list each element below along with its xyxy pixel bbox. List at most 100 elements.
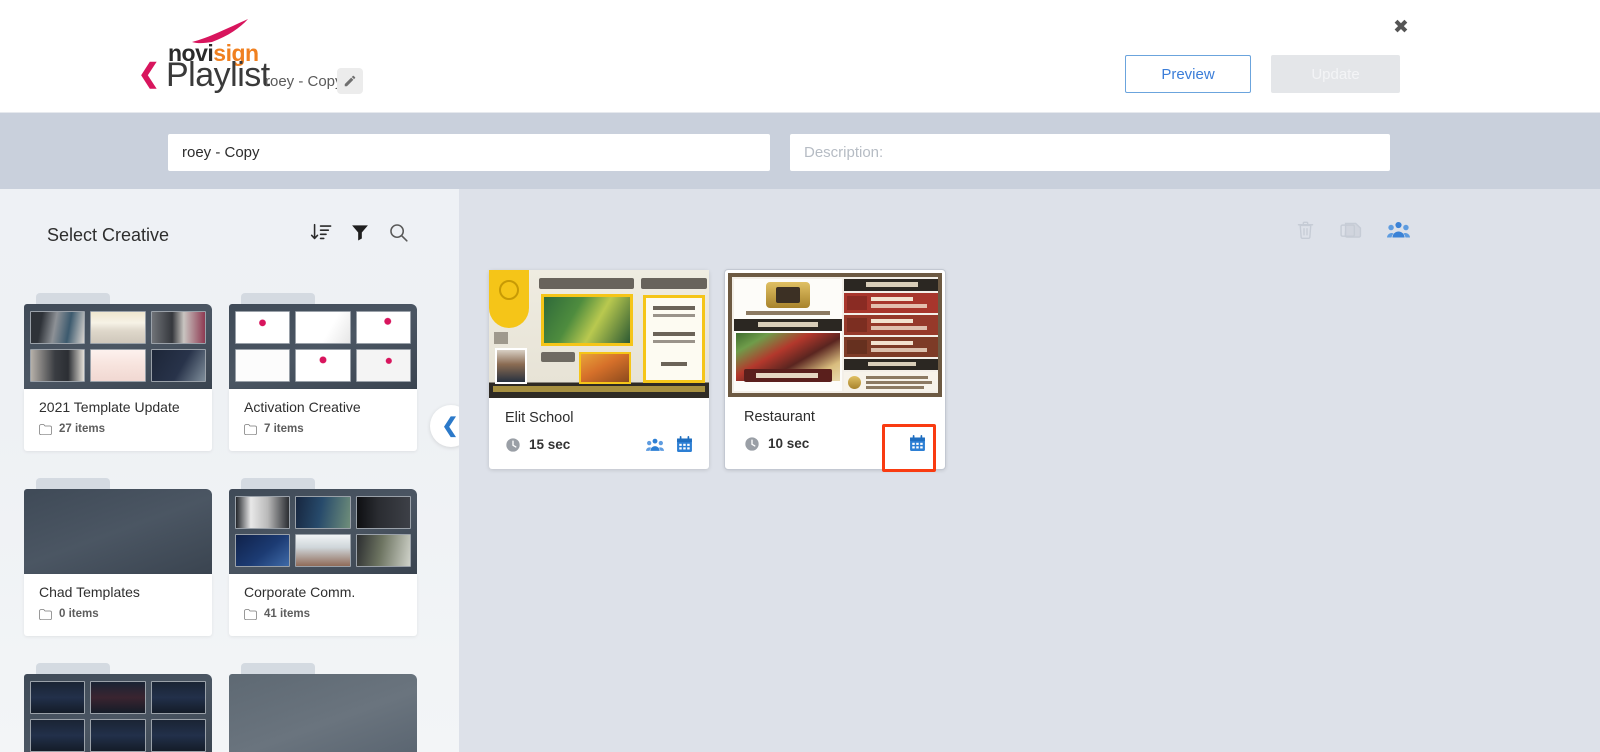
- folder-thumbnail: [355, 349, 411, 382]
- folder-count-text: 0 items: [59, 608, 99, 620]
- select-creative-panel: Select Creative ❮ 2021 Template Update 2…: [0, 189, 459, 752]
- playlist-editor-window: ❮ novisign Playlist roey - Copy Preview …: [0, 0, 1600, 752]
- folder-meta: Corporate Comm. 41 items: [229, 574, 417, 636]
- calendar-icon[interactable]: [909, 435, 926, 452]
- folder-icon: [39, 423, 52, 435]
- folder-thumbnail: [90, 349, 146, 382]
- app-header: ❮ novisign Playlist roey - Copy Preview …: [0, 0, 1600, 113]
- preview-button[interactable]: Preview: [1125, 55, 1251, 93]
- folder-thumbnail: [235, 534, 291, 567]
- duplicate-icon[interactable]: [1340, 219, 1363, 241]
- folder-thumbnail: [295, 496, 351, 529]
- folder-tab: [36, 478, 110, 489]
- pencil-icon: [344, 75, 356, 87]
- creative-name: Restaurant: [744, 409, 815, 425]
- folder-icon: [39, 608, 52, 620]
- folder-thumbnail: [355, 311, 411, 344]
- filter-icon[interactable]: [350, 222, 370, 242]
- folder-count-text: 7 items: [264, 423, 304, 435]
- playlist-name-input[interactable]: [168, 134, 770, 171]
- folder-card[interactable]: Chad Templates 0 items: [24, 478, 212, 636]
- folder-name: 2021 Template Update: [39, 399, 180, 415]
- creative-thumbnail: [489, 270, 709, 398]
- playlist-description-input[interactable]: [790, 134, 1390, 171]
- folder-count-text: 27 items: [59, 423, 106, 435]
- sort-icon[interactable]: [310, 221, 332, 243]
- edit-name-button[interactable]: [337, 68, 363, 94]
- creative-meta: Elit School 15 sec: [489, 398, 709, 467]
- folder-count: 41 items: [244, 608, 402, 620]
- creative-duration: 10 sec: [744, 436, 809, 452]
- folder-count: 27 items: [39, 423, 197, 435]
- creative-footer: 10 sec: [744, 435, 926, 452]
- folder-tab: [241, 293, 315, 304]
- clock-icon: [506, 437, 520, 452]
- folder-thumbnail: [235, 349, 291, 382]
- update-button[interactable]: Update: [1271, 55, 1400, 93]
- folder-card[interactable]: [229, 663, 417, 752]
- clock-icon: [745, 436, 759, 451]
- folder-tab: [36, 663, 110, 674]
- creative-list: Elit School 15 sec Restaurant 10 sec: [489, 270, 945, 472]
- folder-thumbnail: [235, 311, 291, 344]
- folder-thumbnail: [30, 681, 86, 714]
- playlist-content-area: Elit School 15 sec Restaurant 10 sec: [459, 189, 1600, 752]
- folder-row: 2021 Template Update 27 items Activation…: [24, 293, 444, 451]
- creative-duration: 15 sec: [505, 437, 570, 453]
- folder-thumbnails: [229, 489, 417, 574]
- creative-footer: 15 sec: [505, 436, 693, 453]
- folder-name: Activation Creative: [244, 399, 361, 415]
- folder-thumbnail: [90, 681, 146, 714]
- folder-meta: 2021 Template Update 27 items: [24, 389, 212, 451]
- folder-tab: [241, 478, 315, 489]
- folder-meta: Chad Templates 0 items: [24, 574, 212, 636]
- page-title: Playlist: [166, 56, 270, 94]
- folder-tab: [241, 663, 315, 674]
- creative-thumbnail: [728, 273, 942, 397]
- group-icon[interactable]: [646, 437, 664, 453]
- folder-row: Chad Templates 0 items Corporate Comm. 4…: [24, 478, 444, 636]
- folder-count-text: 41 items: [264, 608, 311, 620]
- creative-card-icons: [909, 435, 926, 452]
- folder-thumbnail: [30, 719, 86, 752]
- folder-card[interactable]: 2021 Template Update 27 items: [24, 293, 212, 451]
- calendar-icon[interactable]: [676, 436, 693, 453]
- creative-meta: Restaurant 10 sec: [728, 397, 942, 472]
- folder-thumbnail: [295, 349, 351, 382]
- creative-card-icons: [646, 436, 693, 453]
- folder-thumbnail: [150, 681, 206, 714]
- creative-card[interactable]: Elit School 15 sec: [489, 270, 709, 469]
- folder-card[interactable]: Corporate Comm. 41 items: [229, 478, 417, 636]
- folder-card[interactable]: Activation Creative 7 items: [229, 293, 417, 451]
- folder-thumbnail: [235, 496, 291, 529]
- folder-meta: Activation Creative 7 items: [229, 389, 417, 451]
- group-icon[interactable]: [1387, 220, 1410, 240]
- folder-name: Chad Templates: [39, 584, 140, 600]
- folder-thumbnail: [150, 719, 206, 752]
- creative-card[interactable]: Restaurant 10 sec: [725, 270, 945, 472]
- chevron-left-icon: ❮: [441, 415, 459, 437]
- creative-duration-text: 15 sec: [529, 437, 571, 452]
- close-icon[interactable]: ✖: [1393, 18, 1409, 37]
- content-toolbar: [1295, 219, 1410, 241]
- panel-toolbar: [310, 221, 409, 243]
- back-chevron-icon[interactable]: ❮: [138, 60, 160, 86]
- folder-count: 7 items: [244, 423, 402, 435]
- folder-row: [24, 663, 444, 752]
- folder-thumbnail: [30, 349, 86, 382]
- folder-grid: 2021 Template Update 27 items Activation…: [24, 293, 444, 752]
- playlist-name-label: roey - Copy: [265, 73, 343, 90]
- folder-tab: [36, 293, 110, 304]
- folder-thumbnail: [355, 534, 411, 567]
- folder-icon: [244, 608, 257, 620]
- creative-duration-text: 10 sec: [768, 436, 810, 451]
- panel-title: Select Creative: [47, 225, 170, 245]
- folder-thumbnail: [295, 311, 351, 344]
- folder-count: 0 items: [39, 608, 197, 620]
- folder-thumbnail: [90, 719, 146, 752]
- search-icon[interactable]: [388, 222, 409, 243]
- trash-icon[interactable]: [1295, 219, 1316, 241]
- folder-icon: [244, 423, 257, 435]
- folder-card[interactable]: [24, 663, 212, 752]
- folder-thumbnail: [295, 534, 351, 567]
